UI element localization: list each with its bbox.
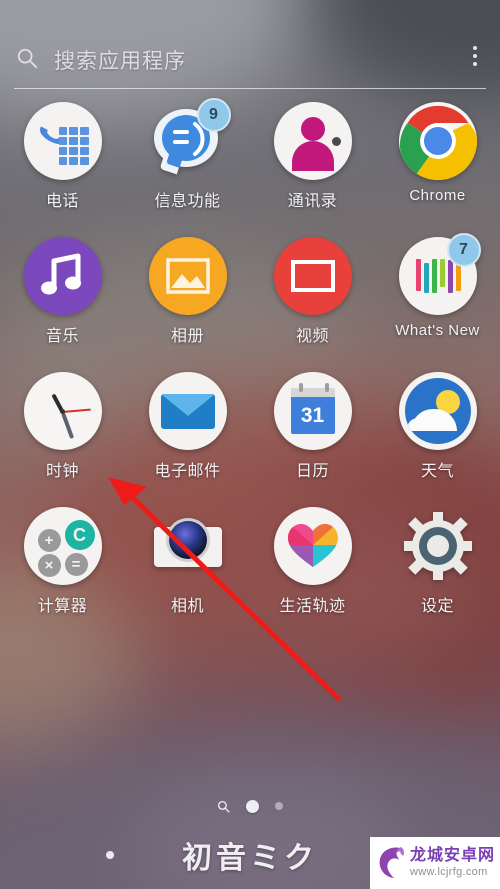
phone-icon [23,102,102,180]
page-dot-2[interactable] [275,802,283,810]
calc-multiply-glyph: × [37,554,61,577]
badge-count: 7 [446,233,481,267]
watermark-site-name: 龙城安卓网 [410,847,496,864]
app-calculator[interactable]: + C × = 计算器 [0,501,125,636]
calendar-icon: 31 [273,372,352,450]
calc-clear-glyph: C [64,520,95,550]
app-label: 相册 [170,328,204,345]
app-label: 计算器 [37,598,88,615]
watermark-url: www.lcjrfg.com [410,866,488,878]
app-label: 电子邮件 [154,463,221,480]
camera-icon [149,507,227,585]
page-indicator[interactable] [0,795,500,817]
email-icon [148,372,227,450]
app-whats-new[interactable]: 7 What's New [375,231,500,366]
app-label: 生活轨迹 [279,598,346,615]
watermark: 龙城安卓网 www.lcjrfg.com [370,837,500,889]
app-row: 电话 9 信息功能 通讯录 Chrome [0,96,500,231]
more-vertical-icon[interactable] [464,42,486,72]
calc-plus-glyph: + [37,529,61,552]
wallpaper-dot [106,851,114,859]
search-underline [14,88,486,89]
calc-equals-glyph: = [64,553,88,576]
contacts-icon [273,102,352,180]
album-icon [148,237,227,315]
search-icon [16,47,38,69]
app-clock[interactable]: 时钟 [0,366,125,501]
app-label: 音乐 [45,328,79,345]
dragon-logo [379,847,405,878]
app-label: 通讯录 [287,193,338,210]
app-label: 电话 [45,193,79,210]
weather-icon [398,372,477,450]
app-label: 天气 [420,463,454,480]
app-messaging[interactable]: 9 信息功能 [125,96,250,231]
app-email[interactable]: 电子邮件 [125,366,250,501]
app-weather[interactable]: 天气 [375,366,500,501]
clock-icon [23,372,102,450]
app-video[interactable]: 视频 [250,231,375,366]
app-phone[interactable]: 电话 [0,96,125,231]
calendar-day: 31 [290,397,335,434]
app-grid: 电话 9 信息功能 通讯录 Chrome 音乐 相册 视频 7 What's N… [0,96,500,636]
whats-new-icon: 7 [398,233,481,315]
app-calendar[interactable]: 31 日历 [250,366,375,501]
app-music[interactable]: 音乐 [0,231,125,366]
music-icon [23,237,102,315]
app-contacts[interactable]: 通讯录 [250,96,375,231]
badge-count: 9 [196,98,231,132]
app-row: 时钟 电子邮件 31 日历 天气 [0,366,500,501]
app-lifelog[interactable]: 生活轨迹 [250,501,375,636]
settings-icon [399,507,477,585]
app-label: 时钟 [45,463,79,480]
app-camera[interactable]: 相机 [125,501,250,636]
app-row: 音乐 相册 视频 7 What's New [0,231,500,366]
video-icon [273,237,352,315]
app-label: 设定 [420,598,454,615]
app-label: Chrome [409,187,466,204]
app-label: 信息功能 [154,193,221,210]
lifelog-icon [273,507,352,585]
app-label: 视频 [295,328,329,345]
calculator-icon: + C × = [23,507,102,585]
search-bar[interactable]: 搜索应用程序 [0,14,500,89]
app-label: 日历 [295,463,329,480]
app-label: What's New [395,322,480,339]
app-chrome[interactable]: Chrome [375,96,500,231]
app-album[interactable]: 相册 [125,231,250,366]
app-label: 相机 [170,598,204,615]
app-drawer-screen: 搜索应用程序 电话 9 信息功能 通讯录 Chrome 音乐 相册 视频 7 W… [0,0,500,889]
page-dot-1[interactable] [246,799,259,813]
search-icon[interactable] [217,800,230,813]
app-row: + C × = 计算器 相机 生活轨迹 设定 [0,501,500,636]
search-input[interactable]: 搜索应用程序 [54,45,186,75]
messaging-icon: 9 [149,98,231,180]
chrome-icon [398,102,477,180]
app-settings[interactable]: 设定 [375,501,500,636]
